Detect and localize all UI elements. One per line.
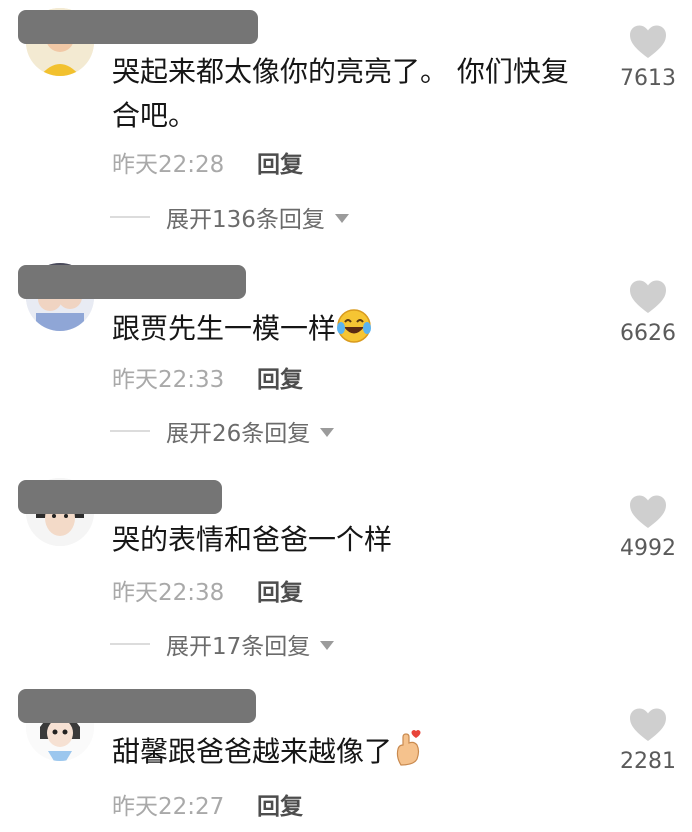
chevron-down-icon — [320, 640, 335, 650]
comment-text-content: 甜馨跟爸爸越来越像了 — [112, 735, 393, 768]
comment-time: 昨天22:38 — [112, 580, 225, 606]
expand-replies-button[interactable]: 展开26条回复 — [110, 414, 335, 448]
chevron-down-icon — [320, 427, 335, 437]
comment-text-content: 跟贾先生一模一样 — [112, 312, 337, 345]
comment-item: 哭起来都太像你的亮亮了。 你们快复合吧。 昨天22:28 回复 展开136条回复… — [0, 0, 692, 240]
like-button[interactable]: 6626 — [612, 279, 684, 346]
divider — [110, 216, 150, 218]
comment-text: 哭的表情和爸爸一个样 — [112, 523, 393, 556]
comment-item: 跟贾先生一模一样 昨天22:33 回复 展开26条回复 6626 — [0, 255, 692, 465]
comment-text: 甜馨跟爸爸越来越像了 — [112, 729, 592, 780]
divider — [110, 430, 150, 432]
username-redacted — [18, 265, 246, 299]
username-redacted — [18, 689, 256, 723]
comment-time: 昨天22:28 — [112, 152, 225, 178]
like-count: 2281 — [620, 749, 676, 774]
heart-icon — [630, 280, 666, 313]
reply-button[interactable]: 回复 — [257, 145, 303, 179]
heart-icon — [630, 495, 666, 528]
like-button[interactable]: 7613 — [612, 24, 684, 91]
expand-replies-button[interactable]: 展开17条回复 — [110, 627, 335, 661]
expand-replies-button[interactable]: 展开136条回复 — [110, 200, 349, 234]
finger-heart-emoji — [392, 729, 424, 780]
username-redacted — [18, 480, 222, 514]
like-count: 6626 — [620, 321, 676, 346]
comment-time: 昨天22:27 — [112, 794, 225, 820]
comment-time: 昨天22:33 — [112, 367, 225, 393]
comment-text: 跟贾先生一模一样 — [112, 307, 592, 357]
expand-replies-label: 展开17条回复 — [166, 634, 311, 660]
laughing-crying-emoji — [336, 308, 372, 357]
like-count: 4992 — [620, 536, 676, 561]
username-redacted — [18, 10, 258, 44]
comment-item: 甜馨跟爸爸越来越像了 昨天22:27 回复 2281 — [0, 685, 692, 832]
expand-replies-label: 展开26条回复 — [166, 421, 311, 447]
chevron-down-icon — [334, 213, 349, 223]
reply-button[interactable]: 回复 — [257, 573, 303, 607]
like-button[interactable]: 4992 — [612, 494, 684, 561]
comment-text: 哭起来都太像你的亮亮了。 你们快复合吧。 — [112, 55, 569, 132]
heart-icon — [630, 25, 666, 58]
heart-icon — [630, 708, 666, 741]
like-button[interactable]: 2281 — [612, 707, 684, 774]
reply-button[interactable]: 回复 — [257, 360, 303, 394]
expand-replies-label: 展开136条回复 — [166, 207, 325, 233]
comment-item: 哭的表情和爸爸一个样 昨天22:38 回复 展开17条回复 4992 — [0, 470, 692, 680]
reply-button[interactable]: 回复 — [257, 787, 303, 821]
divider — [110, 643, 150, 645]
like-count: 7613 — [620, 66, 676, 91]
